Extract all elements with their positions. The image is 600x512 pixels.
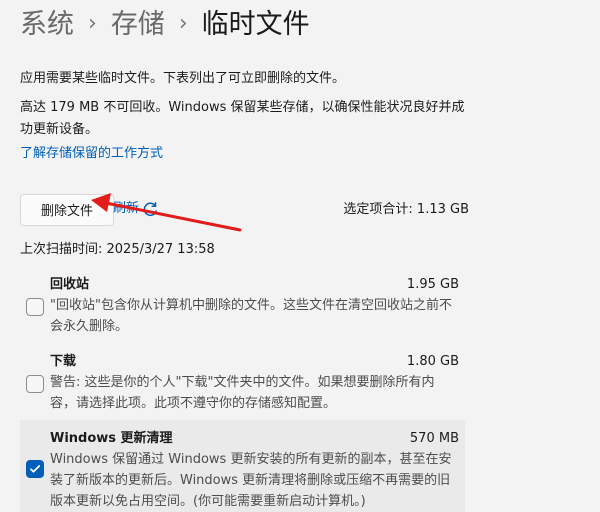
check-icon xyxy=(30,465,41,473)
refresh-button[interactable]: 刷新 xyxy=(113,199,159,219)
breadcrumb-storage[interactable]: 存储 xyxy=(111,6,165,44)
refresh-icon xyxy=(143,201,157,216)
downloads-size: 1.80 GB xyxy=(406,354,459,369)
downloads-title: 下载 xyxy=(50,354,77,369)
refresh-label: 刷新 xyxy=(113,201,140,216)
last-scan-time: 上次扫描时间: 2025/3/27 13:58 xyxy=(20,242,215,257)
recycle-bin-size: 1.95 GB xyxy=(406,277,459,292)
breadcrumb-system[interactable]: 系统 xyxy=(20,6,74,44)
intro-text: 应用需要某些临时文件。下表列出了可立即删除的文件。 xyxy=(20,71,346,86)
temporary-files-page: 系统 › 存储 › 临时文件 应用需要某些临时文件。下表列出了可立即删除的文件。… xyxy=(0,0,600,512)
page-title: 临时文件 xyxy=(201,9,310,40)
downloads-description: 警告: 这些是你的个人"下载"文件夹中的文件。如果想要删除所有内容，请选择此项。… xyxy=(50,375,435,411)
recycle-bin-item[interactable]: 回收站 1.95 GB "回收站"包含你从计算机中删除的文件。这些文件在清空回收… xyxy=(20,275,465,335)
windows-update-cleanup-checkbox[interactable] xyxy=(26,460,44,478)
recycle-bin-title: 回收站 xyxy=(50,277,90,292)
windows-update-cleanup-size: 570 MB xyxy=(409,431,459,446)
breadcrumb-separator-2: › xyxy=(178,11,188,36)
windows-update-cleanup-description: Windows 保留通过 Windows 更新安装的所有更新的副本，甚至在安装了… xyxy=(50,452,452,509)
breadcrumb: 系统 › 存储 › 临时文件 xyxy=(20,6,310,44)
recycle-bin-checkbox[interactable] xyxy=(26,298,44,316)
delete-files-button[interactable]: 删除文件 xyxy=(20,194,114,226)
downloads-item[interactable]: 下载 1.80 GB 警告: 这些是你的个人"下载"文件夹中的文件。如果想要删除… xyxy=(20,352,465,412)
windows-update-cleanup-item[interactable]: Windows 更新清理 570 MB Windows 保留通过 Windows… xyxy=(20,420,465,512)
windows-update-cleanup-title: Windows 更新清理 xyxy=(50,431,173,446)
breadcrumb-separator-1: › xyxy=(88,11,97,36)
learn-storage-reserve-link[interactable]: 了解存储保留的工作方式 xyxy=(20,144,163,164)
downloads-checkbox[interactable] xyxy=(26,375,44,393)
recycle-bin-description: "回收站"包含你从计算机中删除的文件。这些文件在清空回收站之前不会永久删除。 xyxy=(50,298,452,334)
selected-total: 选定项合计: 1.13 GB xyxy=(343,202,469,217)
reserved-storage-note: 高达 179 MB 不可回收。Windows 保留某些存储，以确保性能状况良好并… xyxy=(20,100,465,137)
